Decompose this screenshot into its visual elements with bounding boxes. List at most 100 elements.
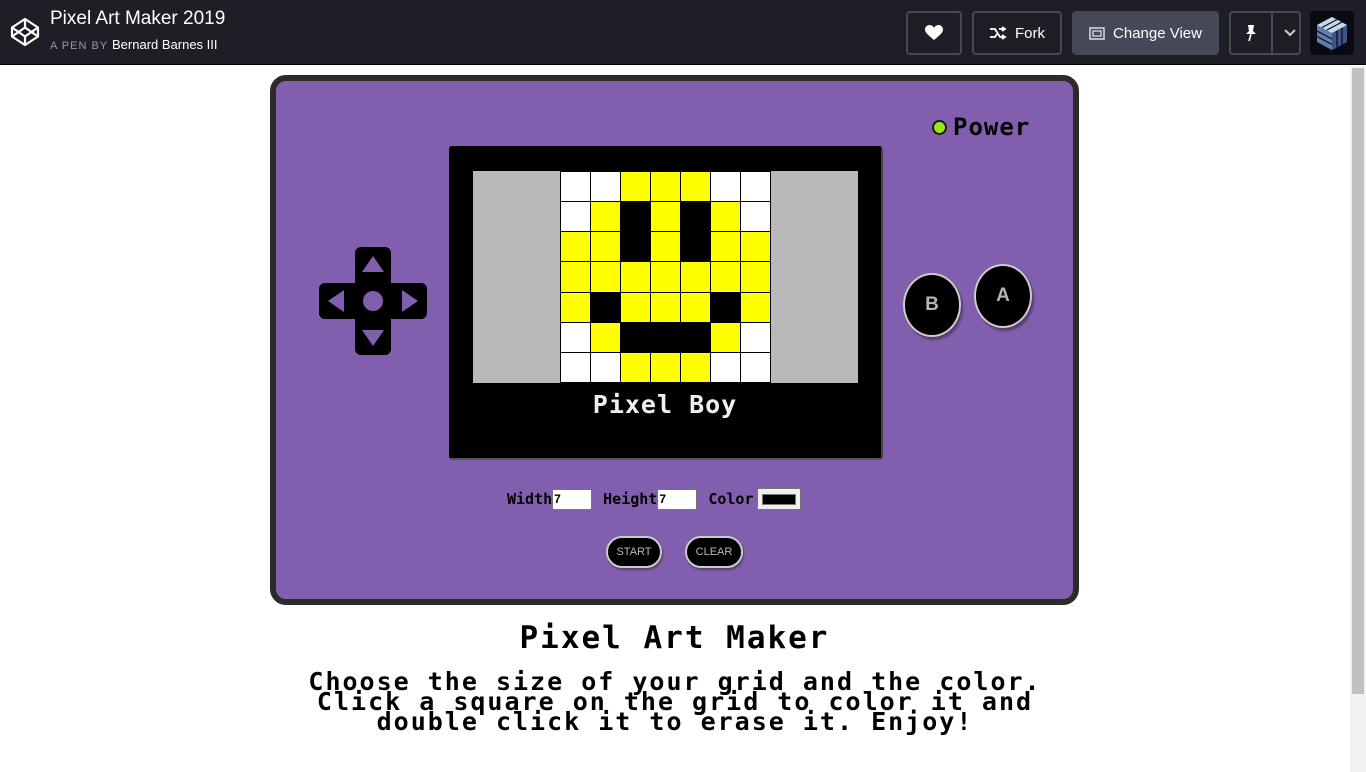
change-view-button[interactable]: Change View bbox=[1072, 11, 1219, 55]
grid-cell[interactable] bbox=[681, 232, 710, 262]
grid-cell[interactable] bbox=[741, 322, 770, 352]
page-description: Choose the size of your grid and the col… bbox=[308, 667, 1042, 736]
grid-cell[interactable] bbox=[561, 262, 590, 292]
grid-cell[interactable] bbox=[621, 262, 650, 292]
grid-cell[interactable] bbox=[711, 202, 740, 232]
grid-cell[interactable] bbox=[591, 262, 620, 292]
grid-cell[interactable] bbox=[561, 202, 590, 232]
screen-right-panel bbox=[771, 171, 858, 383]
grid-cell[interactable] bbox=[621, 292, 650, 322]
clear-button[interactable]: CLEAR bbox=[685, 536, 743, 568]
pin-dropdown-button[interactable] bbox=[1281, 13, 1299, 53]
layout-icon bbox=[1089, 26, 1105, 40]
a-button: A bbox=[974, 264, 1032, 328]
arrow-up-icon bbox=[362, 256, 384, 272]
author-link[interactable]: Bernard Barnes III bbox=[112, 37, 218, 52]
user-avatar[interactable] bbox=[1310, 11, 1354, 55]
pixel-canvas-grid[interactable] bbox=[560, 171, 771, 383]
codepen-header: Pixel Art Maker 2019 A PEN BY Bernard Ba… bbox=[0, 0, 1366, 65]
grid-cell[interactable] bbox=[591, 172, 620, 202]
fork-button[interactable]: Fork bbox=[972, 11, 1062, 55]
grid-cell[interactable] bbox=[561, 352, 590, 382]
grid-cell[interactable] bbox=[651, 292, 680, 322]
grid-cell[interactable] bbox=[591, 292, 620, 322]
grid-cell[interactable] bbox=[651, 202, 680, 232]
fork-icon bbox=[990, 26, 1007, 40]
grid-cell[interactable] bbox=[741, 202, 770, 232]
grid-cell[interactable] bbox=[621, 202, 650, 232]
grid-cell[interactable] bbox=[741, 352, 770, 382]
pin-icon bbox=[1246, 25, 1257, 42]
change-view-label: Change View bbox=[1113, 24, 1202, 42]
grid-cell[interactable] bbox=[651, 232, 680, 262]
grid-cell[interactable] bbox=[681, 322, 710, 352]
grid-cell[interactable] bbox=[681, 202, 710, 232]
grid-cell[interactable] bbox=[621, 352, 650, 382]
grid-cell[interactable] bbox=[591, 232, 620, 262]
page-title: Pixel Art Maker bbox=[519, 620, 830, 656]
pen-by-line: A PEN BY Bernard Barnes III bbox=[50, 37, 218, 52]
codepen-logo-icon[interactable] bbox=[9, 16, 41, 48]
width-input[interactable]: 7 bbox=[552, 488, 593, 510]
pixel-boy-console: Power Pixel Boy B A Width 7 Height 7 Col… bbox=[270, 75, 1079, 605]
chevron-down-icon bbox=[1284, 29, 1296, 37]
fork-label: Fork bbox=[1015, 24, 1045, 42]
pin-button[interactable] bbox=[1231, 13, 1274, 53]
pen-title[interactable]: Pixel Art Maker 2019 bbox=[50, 8, 225, 30]
grid-cell[interactable] bbox=[561, 292, 590, 322]
grid-cell[interactable] bbox=[651, 352, 680, 382]
arrow-left-icon bbox=[328, 290, 344, 312]
grid-cell[interactable] bbox=[741, 232, 770, 262]
grid-cell[interactable] bbox=[681, 292, 710, 322]
power-indicator: Power bbox=[932, 113, 1030, 141]
color-picker-swatch bbox=[761, 493, 796, 505]
color-picker[interactable] bbox=[756, 488, 801, 510]
grid-cell[interactable] bbox=[681, 262, 710, 292]
grid-cell[interactable] bbox=[711, 172, 740, 202]
console-screen: Pixel Boy bbox=[449, 146, 883, 460]
grid-cell[interactable] bbox=[561, 232, 590, 262]
power-led-icon bbox=[932, 119, 947, 135]
dpad-center-icon bbox=[363, 291, 383, 311]
dpad bbox=[319, 247, 427, 355]
heart-icon bbox=[925, 25, 943, 40]
grid-cell[interactable] bbox=[621, 172, 650, 202]
like-button[interactable] bbox=[906, 11, 962, 55]
color-label: Color bbox=[708, 490, 754, 508]
power-label: Power bbox=[953, 113, 1031, 141]
grid-cell[interactable] bbox=[711, 292, 740, 322]
grid-cell[interactable] bbox=[591, 352, 620, 382]
grid-cell[interactable] bbox=[651, 322, 680, 352]
grid-cell[interactable] bbox=[621, 322, 650, 352]
start-button[interactable]: START bbox=[606, 536, 662, 568]
screen-title: Pixel Boy bbox=[592, 390, 738, 419]
grid-cell[interactable] bbox=[651, 172, 680, 202]
width-label: Width bbox=[507, 490, 553, 508]
grid-cell[interactable] bbox=[681, 352, 710, 382]
grid-size-form: Width 7 Height 7 Color bbox=[507, 488, 801, 510]
grid-cell[interactable] bbox=[561, 322, 590, 352]
arrow-down-icon bbox=[362, 330, 384, 346]
page-scrollbar[interactable] bbox=[1350, 66, 1366, 772]
grid-cell[interactable] bbox=[711, 352, 740, 382]
scrollbar-thumb[interactable] bbox=[1352, 68, 1364, 694]
pen-by-label: A PEN BY bbox=[50, 40, 108, 52]
grid-cell[interactable] bbox=[681, 172, 710, 202]
grid-cell[interactable] bbox=[561, 172, 590, 202]
height-input[interactable]: 7 bbox=[657, 488, 698, 510]
grid-cell[interactable] bbox=[711, 322, 740, 352]
grid-cell[interactable] bbox=[591, 322, 620, 352]
grid-cell[interactable] bbox=[591, 202, 620, 232]
grid-cell[interactable] bbox=[741, 262, 770, 292]
b-button: B bbox=[903, 273, 961, 337]
arrow-right-icon bbox=[402, 290, 418, 312]
grid-cell[interactable] bbox=[651, 262, 680, 292]
grid-cell[interactable] bbox=[741, 292, 770, 322]
grid-cell[interactable] bbox=[711, 232, 740, 262]
height-label: Height bbox=[603, 490, 658, 508]
pin-control bbox=[1229, 11, 1301, 55]
grid-cell[interactable] bbox=[711, 262, 740, 292]
grid-cell[interactable] bbox=[741, 172, 770, 202]
grid-cell[interactable] bbox=[621, 232, 650, 262]
avatar-cube-icon bbox=[1316, 17, 1347, 50]
